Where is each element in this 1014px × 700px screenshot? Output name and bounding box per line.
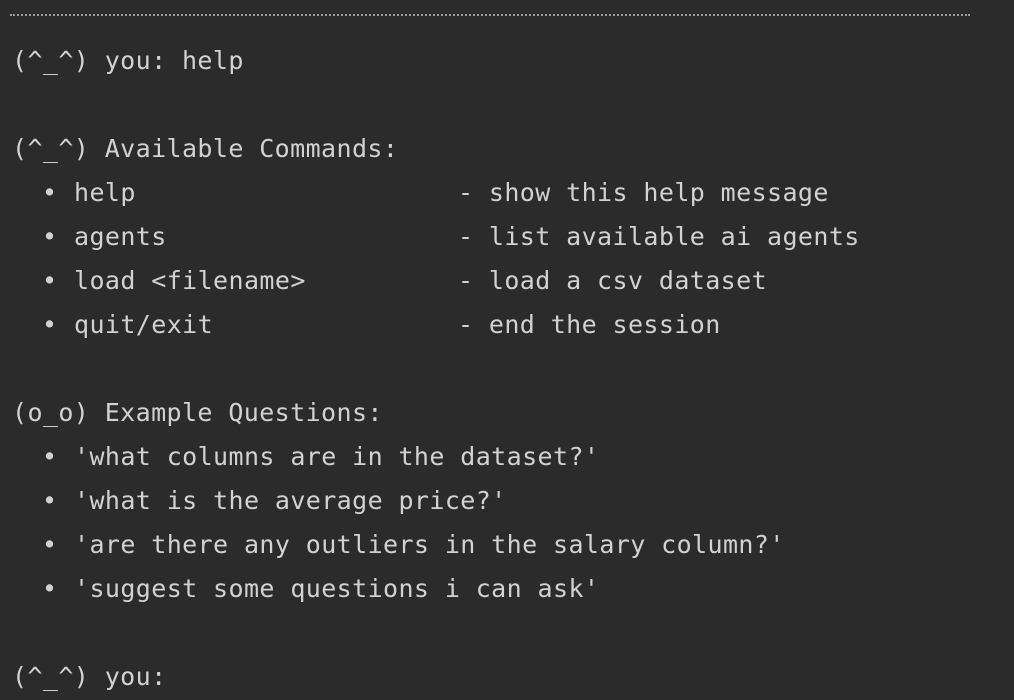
command-item: • load <filename> - load a csv dataset: [42, 266, 767, 296]
command-description: - load a csv dataset: [458, 266, 768, 295]
example-item: • 'suggest some questions i can ask': [42, 574, 599, 604]
examples-title: Example Questions:: [104, 398, 383, 427]
example-text: 'what is the average price?': [74, 486, 507, 515]
command-description: - list available ai agents: [458, 222, 860, 251]
bullet-icon: •: [42, 574, 58, 603]
bullet-icon: •: [42, 222, 58, 251]
example-item: • 'what is the average price?': [42, 486, 507, 516]
command-description: - show this help message: [458, 178, 829, 207]
command-description: - end the session: [458, 310, 721, 339]
command-item: • agents - list available ai agents: [42, 222, 859, 252]
command-name: quit/exit: [74, 310, 214, 339]
prompt-face: (^_^): [12, 46, 90, 75]
bullet-icon: •: [42, 266, 58, 295]
example-text: 'are there any outliers in the salary co…: [74, 530, 785, 559]
command-name: agents: [74, 222, 167, 251]
example-text: 'suggest some questions i can ask': [74, 574, 600, 603]
final-prompt-face: (^_^): [12, 662, 90, 691]
bullet-icon: •: [42, 442, 58, 471]
examples-face: (o_o): [12, 398, 90, 427]
bullet-icon: •: [42, 486, 58, 515]
command-item: • quit/exit - end the session: [42, 310, 720, 340]
examples-header: (o_o) Example Questions:: [12, 398, 383, 428]
command-name: load <filename>: [74, 266, 306, 295]
commands-header: (^_^) Available Commands:: [12, 134, 398, 164]
command-name: help: [74, 178, 136, 207]
example-text: 'what columns are in the dataset?': [74, 442, 600, 471]
example-item: • 'what columns are in the dataset?': [42, 442, 599, 472]
example-item: • 'are there any outliers in the salary c…: [42, 530, 785, 560]
bullet-icon: •: [42, 310, 58, 339]
bullet-icon: •: [42, 530, 58, 559]
separator-line: [10, 14, 970, 16]
final-prompt-line[interactable]: (^_^) you:: [12, 662, 182, 692]
prompt-label: you:: [104, 46, 167, 75]
user-input-text: help: [181, 46, 244, 75]
commands-face: (^_^): [12, 134, 90, 163]
user-prompt-line: (^_^) you: help: [12, 46, 244, 76]
bullet-icon: •: [42, 178, 58, 207]
command-item: • help - show this help message: [42, 178, 828, 208]
final-prompt-label: you:: [104, 662, 167, 691]
commands-title: Available Commands:: [104, 134, 399, 163]
terminal-output[interactable]: (^_^) you: help (^_^) Available Commands…: [0, 0, 1014, 700]
